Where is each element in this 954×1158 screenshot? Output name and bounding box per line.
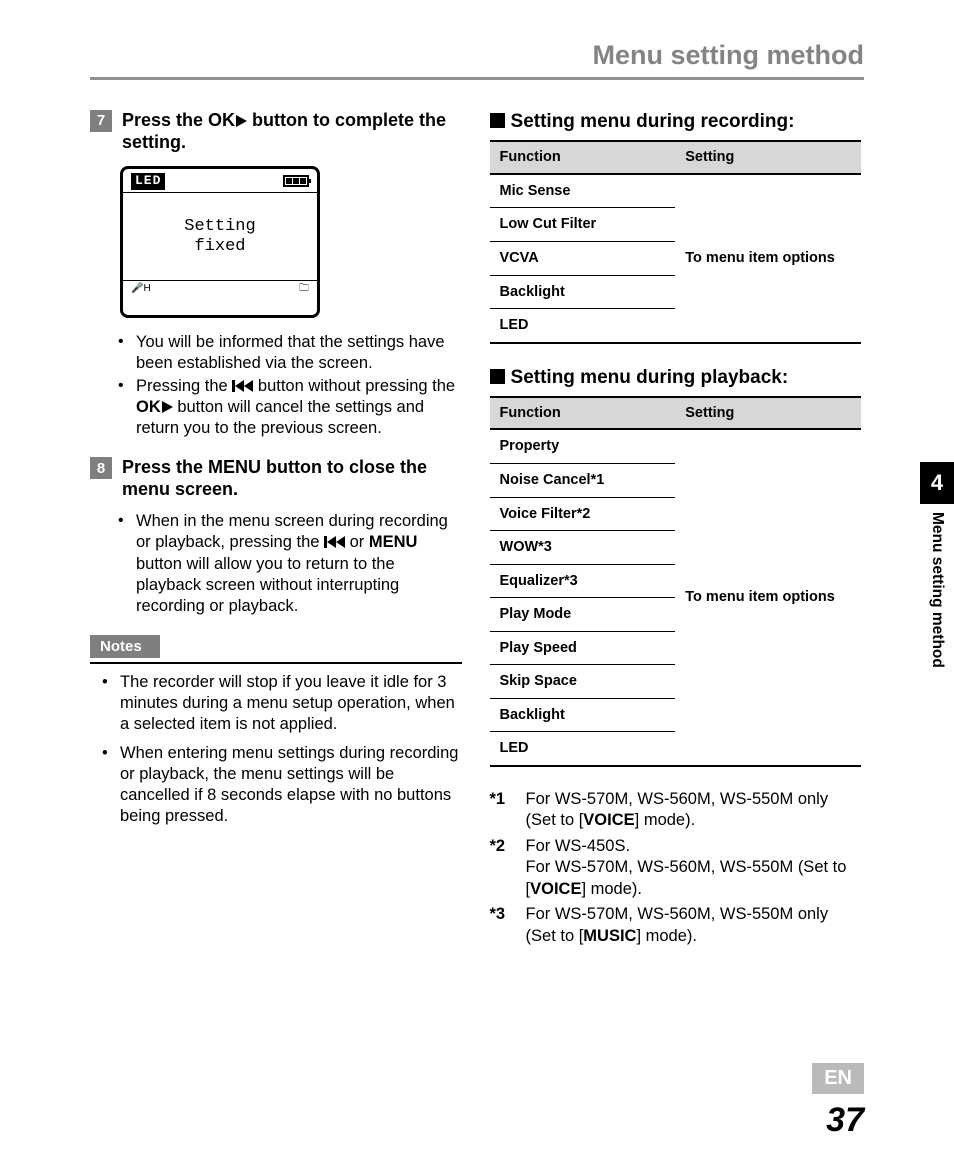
footnote-1: *1 For WS-570M, WS-560M, WS-550M only (S… xyxy=(490,789,862,832)
square-bullet-icon-2 xyxy=(490,369,505,384)
subhead-recording-text: Setting menu during recording: xyxy=(511,111,795,132)
step-8-text: Press the MENU button to close the menu … xyxy=(122,457,462,501)
lcd-screenshot: LED Setting fixed 🎤H 🗀 xyxy=(120,166,462,318)
s8b1menu: MENU xyxy=(369,533,418,551)
table-setting-cell: To menu item options xyxy=(675,429,861,765)
page-number: 37 xyxy=(826,1101,864,1140)
table-row-function: VCVA xyxy=(490,241,676,275)
lcd-line1: Setting xyxy=(129,217,311,237)
table-row-function: Backlight xyxy=(490,698,676,732)
table-row-function: Mic Sense xyxy=(490,174,676,208)
footnote-3: *3 For WS-570M, WS-560M, WS-550M only (S… xyxy=(490,904,862,947)
fn2a: For WS-450S. xyxy=(526,836,862,857)
play-icon xyxy=(236,115,247,127)
fn3b: MUSIC xyxy=(583,927,636,945)
step-number-7: 7 xyxy=(90,110,112,132)
table-row-function: Backlight xyxy=(490,275,676,309)
s7b2ok: OK xyxy=(136,398,161,416)
notes-header: Notes xyxy=(90,635,160,658)
s7b2b: button without pressing the xyxy=(253,377,455,395)
step-8: 8 Press the MENU button to close the men… xyxy=(90,457,462,501)
s8b1c: button will allow you to return to the p… xyxy=(136,555,399,615)
step8-bullet-1: When in the menu screen during recording… xyxy=(136,511,462,617)
step7-bullets: You will be informed that the settings h… xyxy=(90,332,462,440)
th-setting-2: Setting xyxy=(675,397,861,430)
table-row-function: Play Mode xyxy=(490,598,676,632)
table-row-function: Low Cut Filter xyxy=(490,208,676,242)
square-bullet-icon xyxy=(490,113,505,128)
side-chapter-label: Menu setting method xyxy=(928,512,946,668)
note-2: When entering menu settings during recor… xyxy=(120,743,462,827)
lcd-folder-icon: 🗀 xyxy=(299,283,309,296)
subhead-playback: Setting menu during playback: xyxy=(490,366,862,390)
fn1b: VOICE xyxy=(583,811,634,829)
lcd-mic-icon: 🎤H xyxy=(131,283,151,296)
fn2bb: VOICE xyxy=(530,880,581,898)
table-row-function: Equalizer*3 xyxy=(490,564,676,598)
s8b1b: or xyxy=(345,533,369,551)
subhead-playback-text: Setting menu during playback: xyxy=(511,367,789,388)
step-7: 7 Press the OK button to complete the se… xyxy=(90,110,462,154)
table-row-function: Skip Space xyxy=(490,665,676,699)
table-row-function: Noise Cancel*1 xyxy=(490,464,676,498)
table-row-function: Voice Filter*2 xyxy=(490,497,676,531)
footnotes: *1 For WS-570M, WS-560M, WS-550M only (S… xyxy=(490,789,862,947)
s7b2c: button will cancel the settings and retu… xyxy=(136,398,424,437)
lcd-line2: fixed xyxy=(129,237,311,257)
footnote-2: *2 For WS-450S. For WS-570M, WS-560M, WS… xyxy=(490,836,862,900)
th-setting: Setting xyxy=(675,141,861,174)
fn3c: ] mode). xyxy=(636,927,697,945)
table-setting-cell: To menu item options xyxy=(675,174,861,343)
table-row-function: LED xyxy=(490,732,676,766)
step8-bullets: When in the menu screen during recording… xyxy=(90,511,462,617)
fn2-key: *2 xyxy=(490,836,518,900)
step7-bullet-2: Pressing the button without pressing the… xyxy=(136,376,462,439)
fn3-key: *3 xyxy=(490,904,518,947)
step-7-text: Press the OK button to complete the sett… xyxy=(122,110,462,154)
fn1-key: *1 xyxy=(490,789,518,832)
rewind-icon-2 xyxy=(324,536,345,548)
chapter-tab: 4 xyxy=(920,462,954,504)
step-number-8: 8 xyxy=(90,457,112,479)
note-1: The recorder will stop if you leave it i… xyxy=(120,672,462,735)
th-function-2: Function xyxy=(490,397,676,430)
table-row-function: Property xyxy=(490,429,676,463)
subhead-recording: Setting menu during recording: xyxy=(490,110,862,134)
step7-ok: OK xyxy=(208,110,235,130)
rewind-icon xyxy=(232,380,253,392)
left-column: 7 Press the OK button to complete the se… xyxy=(90,110,462,951)
step7-bullet-1: You will be informed that the settings h… xyxy=(136,332,462,374)
lcd-led-label: LED xyxy=(131,173,165,190)
right-column: Setting menu during recording: Function … xyxy=(490,110,862,951)
playback-table: Function Setting PropertyTo menu item op… xyxy=(490,396,862,767)
recording-table: Function Setting Mic SenseTo menu item o… xyxy=(490,140,862,343)
table-row-function: LED xyxy=(490,309,676,343)
language-badge: EN xyxy=(812,1063,864,1094)
s7b2a: Pressing the xyxy=(136,377,232,395)
s8a: Press the xyxy=(122,457,208,477)
table-row-function: Play Speed xyxy=(490,631,676,665)
s8menu: MENU xyxy=(208,457,261,477)
play-icon-2 xyxy=(162,401,173,413)
notes-list: The recorder will stop if you leave it i… xyxy=(90,672,462,828)
fn2bc: ] mode). xyxy=(581,880,642,898)
th-function: Function xyxy=(490,141,676,174)
table-row-function: WOW*3 xyxy=(490,531,676,565)
battery-icon xyxy=(283,175,309,187)
page-header: Menu setting method xyxy=(90,40,864,80)
step7-text-before: Press the xyxy=(122,110,208,130)
fn1c: ] mode). xyxy=(635,811,696,829)
